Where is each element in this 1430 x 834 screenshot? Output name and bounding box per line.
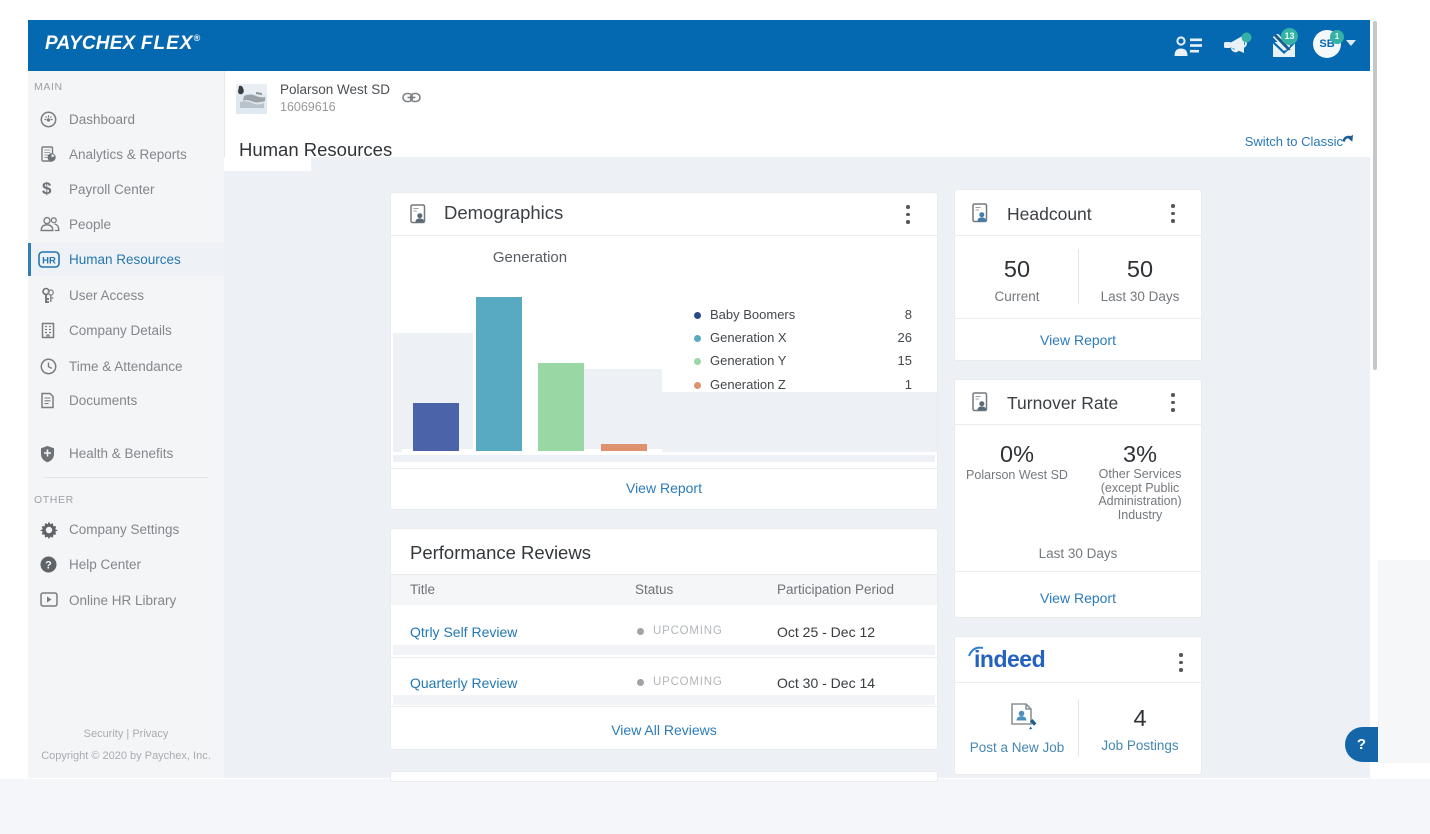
svg-text:?: ? bbox=[45, 560, 52, 572]
svg-text:HR: HR bbox=[42, 256, 56, 267]
